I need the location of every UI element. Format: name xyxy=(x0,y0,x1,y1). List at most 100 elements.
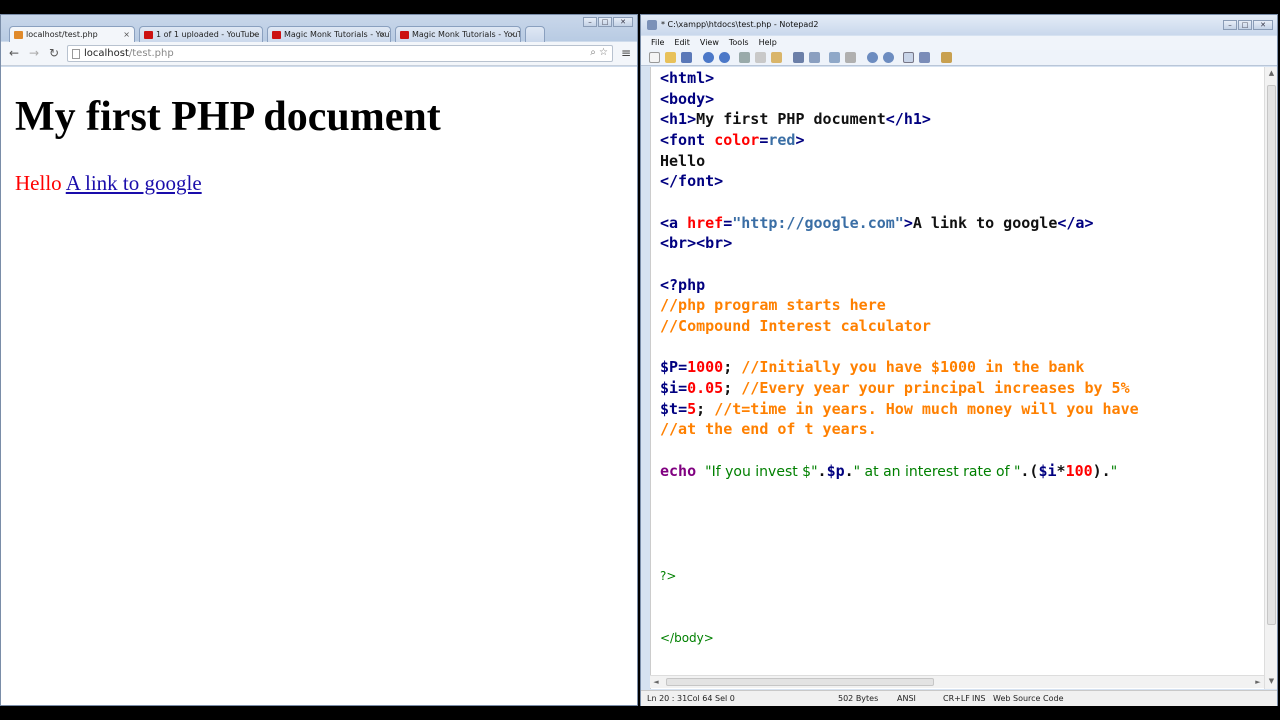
window-title: * C:\xampp\htdocs\test.php - Notepad2 xyxy=(661,20,819,29)
notepad-app-icon xyxy=(647,20,657,30)
reload-button[interactable]: ↻ xyxy=(47,46,61,60)
code-line-28: </body> xyxy=(660,631,714,645)
code-line-11: <?php xyxy=(660,276,706,294)
tab-localhost[interactable]: localhost/test.php × xyxy=(9,26,135,42)
youtube-favicon-icon xyxy=(400,31,409,39)
status-encoding: ANSI xyxy=(897,694,916,703)
menu-tools[interactable]: Tools xyxy=(729,36,749,50)
page-icon xyxy=(72,49,80,59)
notepad-toolbar xyxy=(641,50,1277,66)
undo-icon[interactable] xyxy=(703,52,714,63)
copy-icon[interactable] xyxy=(755,52,766,63)
page-favicon-icon xyxy=(14,31,23,39)
tab-label: localhost/test.php xyxy=(26,30,98,39)
page-heading: My first PHP document xyxy=(15,94,441,140)
new-file-icon[interactable] xyxy=(649,52,660,63)
scroll-down-icon[interactable]: ▼ xyxy=(1265,675,1278,687)
minimize-button[interactable]: – xyxy=(1223,20,1237,30)
replace-icon[interactable] xyxy=(809,52,820,63)
tab-magic-monk-2[interactable]: Magic Monk Tutorials - YouTube × xyxy=(395,26,521,42)
status-size: 502 Bytes xyxy=(838,694,879,703)
hello-text: Hello xyxy=(15,171,62,195)
tab-label: 1 of 1 uploaded - YouTube xyxy=(156,30,260,39)
status-insert-mode: INS xyxy=(972,694,986,703)
menu-file[interactable]: File xyxy=(651,36,664,50)
tab-strip: localhost/test.php × 1 of 1 uploaded - Y… xyxy=(1,15,637,42)
code-line-3: <h1>My first PHP document</h1> xyxy=(660,110,931,128)
code-line-9: <br><br> xyxy=(660,234,733,252)
font-icon[interactable] xyxy=(919,52,930,63)
cut-icon[interactable] xyxy=(739,52,750,63)
scheme-icon[interactable] xyxy=(903,52,914,63)
google-link[interactable]: A link to google xyxy=(66,171,202,195)
browser-window-controls: – □ ✕ xyxy=(583,17,633,27)
code-line-6: </font> xyxy=(660,172,724,190)
tab-close-icon[interactable]: × xyxy=(509,27,516,42)
code-line-2: <body> xyxy=(660,90,715,108)
status-column: Col 64 xyxy=(687,694,713,703)
menu-view[interactable]: View xyxy=(700,36,719,50)
settings-icon[interactable] xyxy=(941,52,952,63)
code-line-16: $i=0.05; //Every year your principal inc… xyxy=(660,379,1130,397)
status-selection: Sel 0 xyxy=(715,694,735,703)
title-bar: * C:\xampp\htdocs\test.php - Notepad2 – … xyxy=(641,15,1277,35)
new-tab-button[interactable] xyxy=(525,26,545,42)
code-line-5: Hello xyxy=(660,152,706,170)
horizontal-scroll-thumb[interactable] xyxy=(666,678,934,686)
code-line-20: echo "If you invest $".$p." at an intere… xyxy=(660,462,1118,480)
code-line-15: $P=1000; //Initially you have $1000 in t… xyxy=(660,358,1085,376)
vertical-scrollbar[interactable]: ▲ ▼ xyxy=(1264,67,1277,689)
menu-bar: File Edit View Tools Help xyxy=(641,36,1277,50)
find-icon[interactable] xyxy=(793,52,804,63)
vertical-scroll-thumb[interactable] xyxy=(1267,85,1276,625)
tab-close-icon[interactable]: × xyxy=(123,27,130,42)
page-body-line: Hello A link to google xyxy=(15,171,202,196)
zoom-out-icon[interactable] xyxy=(883,52,894,63)
scroll-up-icon[interactable]: ▲ xyxy=(1265,67,1278,79)
open-file-icon[interactable] xyxy=(665,52,676,63)
search-star-icon[interactable]: ⌕ ☆ xyxy=(590,47,608,58)
code-editor[interactable]: <html> <body> <h1>My first PHP document<… xyxy=(650,67,1264,689)
select-all-icon[interactable] xyxy=(845,52,856,63)
tab-label: Magic Monk Tutorials - YouTube xyxy=(284,30,390,39)
maximize-button[interactable]: □ xyxy=(598,17,612,27)
tab-youtube-upload[interactable]: 1 of 1 uploaded - YouTube × xyxy=(139,26,263,42)
minimize-button[interactable]: – xyxy=(583,17,597,27)
back-button[interactable]: ← xyxy=(7,46,21,60)
scroll-left-icon[interactable]: ◄ xyxy=(650,676,662,688)
close-button[interactable]: ✕ xyxy=(1253,20,1273,30)
menu-help[interactable]: Help xyxy=(759,36,777,50)
status-scheme: Web Source Code xyxy=(993,694,1064,703)
tab-close-icon[interactable]: × xyxy=(379,27,386,42)
status-line: Ln 20 : 31 xyxy=(647,694,688,703)
menu-icon[interactable]: ≡ xyxy=(621,46,631,60)
code-line-25: ?> xyxy=(660,569,677,583)
word-wrap-icon[interactable] xyxy=(829,52,840,63)
horizontal-scrollbar[interactable]: ◄ ► xyxy=(650,675,1264,688)
code-line-1: <html> xyxy=(660,69,715,87)
notepad2-window: * C:\xampp\htdocs\test.php - Notepad2 – … xyxy=(640,14,1278,706)
zoom-in-icon[interactable] xyxy=(867,52,878,63)
tab-label: Magic Monk Tutorials - YouTube xyxy=(412,30,521,39)
redo-icon[interactable] xyxy=(719,52,730,63)
code-line-8: <a href="http://google.com">A link to go… xyxy=(660,214,1094,232)
youtube-favicon-icon xyxy=(272,31,281,39)
forward-button[interactable]: → xyxy=(27,46,41,60)
save-icon[interactable] xyxy=(681,52,692,63)
maximize-button[interactable]: □ xyxy=(1238,20,1252,30)
youtube-favicon-icon xyxy=(144,31,153,39)
close-button[interactable]: ✕ xyxy=(613,17,633,27)
status-eol: CR+LF xyxy=(943,694,970,703)
code-line-18: //at the end of t years. xyxy=(660,420,877,438)
scroll-right-icon[interactable]: ► xyxy=(1252,676,1264,688)
tab-magic-monk-1[interactable]: Magic Monk Tutorials - YouTube × xyxy=(267,26,391,42)
page-content: My first PHP document Hello A link to go… xyxy=(1,67,637,705)
code-line-17: $t=5; //t=time in years. How much money … xyxy=(660,400,1139,418)
paste-icon[interactable] xyxy=(771,52,782,63)
address-bar[interactable]: localhost/test.php ⌕ ☆ xyxy=(67,45,613,62)
url-text: localhost/test.php xyxy=(84,48,174,59)
code-line-12: //php program starts here xyxy=(660,296,886,314)
browser-toolbar: ← → ↻ localhost/test.php ⌕ ☆ ≡ xyxy=(1,42,637,66)
tab-close-icon[interactable]: × xyxy=(251,27,258,42)
menu-edit[interactable]: Edit xyxy=(674,36,690,50)
